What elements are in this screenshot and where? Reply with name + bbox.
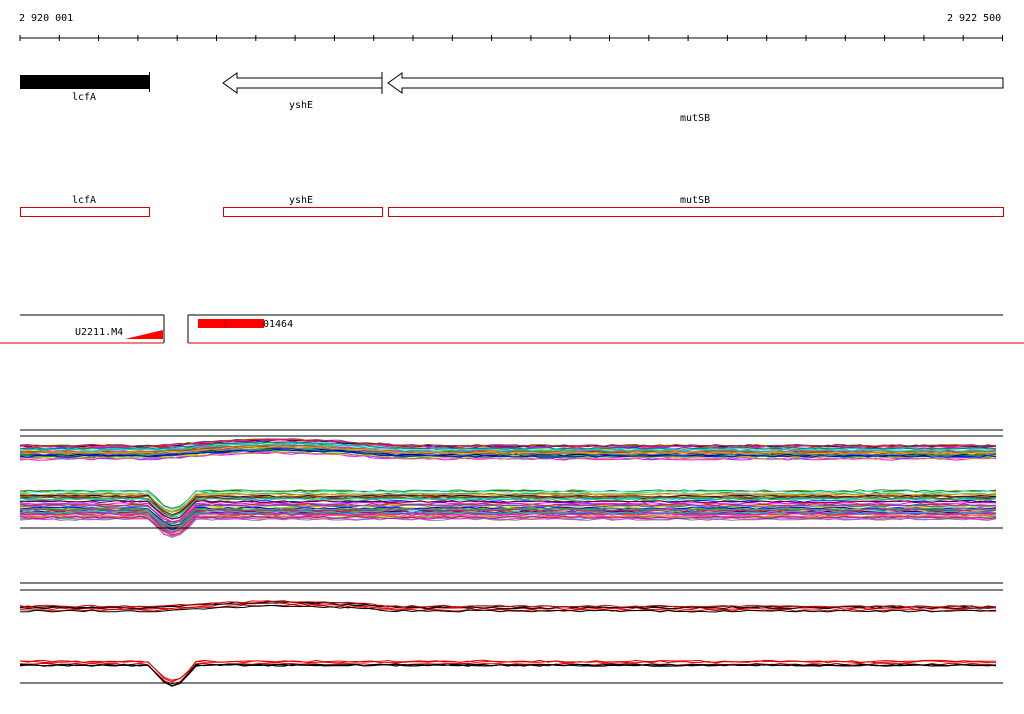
expression-panel-2 (19, 489, 997, 539)
feature-label-yshE: yshE (289, 195, 314, 206)
coordinate-ruler (19, 35, 1003, 41)
expression-panel-1 (19, 438, 997, 461)
gene-lcfA-end-tick (149, 72, 150, 92)
feature-label-lcfA: lcfA (72, 195, 97, 206)
expression-panel-4 (19, 659, 997, 687)
gene-yshE-arrow[interactable] (220, 71, 390, 95)
feature-box-mutSB[interactable] (388, 207, 1004, 217)
gene-label-lcfA: lcfA (72, 92, 97, 103)
expression-line (20, 663, 997, 687)
probe-left-wedge (125, 330, 163, 339)
feature-box-yshE[interactable] (223, 207, 383, 217)
expression-profiles (19, 429, 1003, 687)
probe-right-bar (198, 319, 264, 328)
probe-label-right: 01464 (263, 319, 294, 330)
feature-label-mutSB: mutSB (680, 195, 711, 206)
gene-mutSB-arrow[interactable] (384, 71, 1006, 95)
gene-label-mutSB: mutSB (680, 113, 711, 124)
feature-box-lcfA[interactable] (20, 207, 150, 217)
expression-panel-3 (19, 600, 997, 613)
gene-lcfA-bar[interactable] (20, 75, 149, 89)
expression-line (19, 659, 997, 681)
probe-track (0, 314, 1024, 344)
probe-label-left: U2211.M4 (75, 327, 124, 338)
gene-label-yshE: yshE (289, 100, 314, 111)
